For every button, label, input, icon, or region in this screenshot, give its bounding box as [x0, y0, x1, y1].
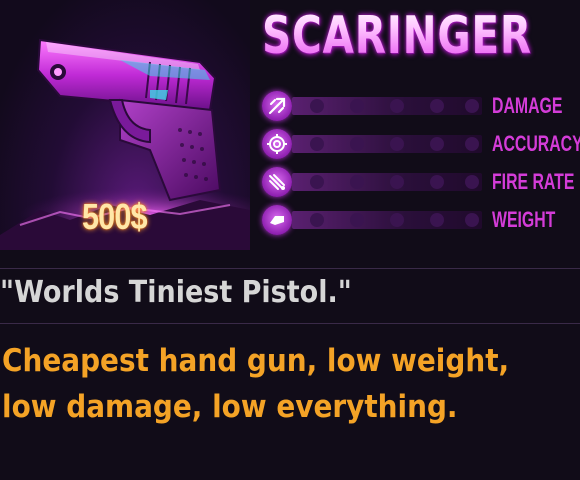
stat-row-damage: DAMAGE: [262, 91, 580, 121]
weight-bar: [292, 211, 482, 229]
damage-icon: [262, 91, 292, 121]
stat-row-fire-rate: FIRE RATE: [262, 167, 580, 197]
divider-top: [0, 268, 580, 269]
description-line-2: low damage, low everything.: [2, 389, 458, 425]
weapon-quote: "Worlds Tiniest Pistol.": [0, 275, 352, 310]
stat-label-weight: WEIGHT: [492, 207, 556, 232]
description-line-1: Cheapest hand gun, low weight,: [2, 343, 510, 379]
weight-icon: [262, 205, 292, 235]
accuracy-bar: [292, 135, 482, 153]
weapon-name: SCARINGER: [262, 6, 532, 66]
stat-row-accuracy: ACCURACY: [262, 129, 580, 159]
fire-rate-bar: [292, 173, 482, 191]
stat-label-fire-rate: FIRE RATE: [492, 169, 575, 194]
crosshair-icon: [262, 129, 292, 159]
price-tag: 500$: [82, 196, 148, 237]
stat-row-weight: WEIGHT: [262, 205, 580, 235]
weapon-image-card: 500$: [0, 0, 250, 250]
stat-label-damage: DAMAGE: [492, 93, 563, 118]
weapon-description: Cheapest hand gun, low weight, low damag…: [2, 338, 542, 430]
stat-label-accuracy: ACCURACY: [492, 131, 580, 156]
damage-bar: [292, 97, 482, 115]
fire-rate-icon: [262, 167, 292, 197]
divider-bottom: [0, 323, 580, 324]
